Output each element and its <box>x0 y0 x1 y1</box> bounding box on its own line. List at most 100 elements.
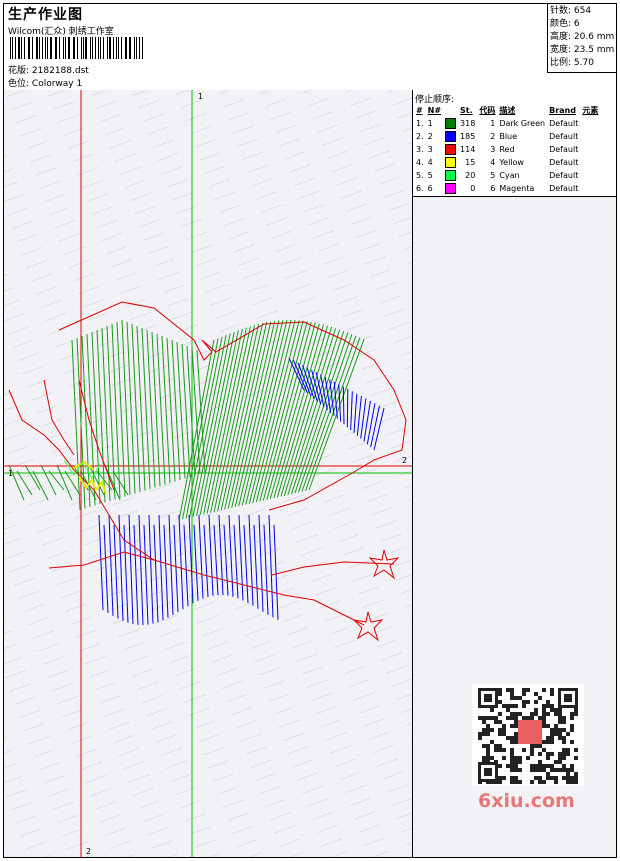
qr-module <box>522 748 526 752</box>
qr-module <box>490 740 494 744</box>
barcode-bar <box>58 37 61 59</box>
stop-needle: 2 <box>427 132 433 141</box>
qr-module <box>510 752 514 756</box>
axis-label-right: 2 <box>402 456 407 465</box>
qr-module <box>550 776 554 780</box>
barcode-bar <box>64 37 66 59</box>
stop-sequence-table: # N# St. 代码 描述 Brand 元素 1. 1 318 1 Dark Gree… <box>414 104 600 195</box>
qr-module <box>570 768 574 772</box>
qr-module <box>550 688 554 692</box>
barcode-bar <box>29 37 31 59</box>
barcode-bar <box>56 37 57 59</box>
stop-stitch-count: 20 <box>465 171 476 180</box>
qr-module <box>558 760 562 764</box>
qr-module <box>526 688 530 692</box>
barcode-bar <box>10 37 12 59</box>
col-number: N# <box>427 106 442 115</box>
qr-module <box>530 712 534 716</box>
qr-module <box>558 752 562 756</box>
stitch-count: 针数: 654 <box>550 6 592 16</box>
qr-module <box>534 776 538 780</box>
qr-module <box>526 700 530 704</box>
qr-module <box>510 692 514 696</box>
col-swatch <box>443 104 458 117</box>
barcode-bar <box>23 37 25 59</box>
stop-code: 1 <box>490 119 496 128</box>
barcode-bar <box>76 37 78 59</box>
qr-module <box>530 744 534 748</box>
qr-module <box>574 708 578 712</box>
qr-module <box>562 728 566 732</box>
color-swatch <box>445 157 457 168</box>
qr-module <box>502 724 506 728</box>
color-swatch <box>445 144 457 155</box>
qr-module <box>498 776 502 780</box>
barcode-bar <box>92 37 93 59</box>
stop-brand: Default <box>549 145 579 154</box>
qr-module <box>566 768 570 772</box>
qr-module <box>550 732 554 736</box>
qr-module <box>554 760 558 764</box>
barcode-bar <box>67 37 70 59</box>
qr-module <box>526 756 530 760</box>
design-value: 2182188.dst <box>31 66 89 76</box>
qr-module <box>546 704 550 708</box>
qr-module <box>498 688 502 692</box>
qr-module <box>490 728 494 732</box>
qr-module <box>510 736 514 740</box>
qr-module <box>558 732 562 736</box>
qr-module <box>530 748 534 752</box>
qr-module <box>514 756 518 760</box>
qr-module <box>554 724 558 728</box>
qr-module <box>486 728 490 732</box>
qr-module <box>522 700 526 704</box>
qr-module <box>510 688 514 692</box>
barcode-bar <box>126 37 128 59</box>
qr-module <box>558 716 562 720</box>
qr-module <box>538 752 542 756</box>
stop-swatch <box>443 169 458 182</box>
barcode <box>10 37 144 59</box>
qr-module <box>514 716 518 720</box>
qr-module <box>538 764 542 768</box>
qr-module <box>478 736 482 740</box>
qr-module <box>514 712 518 716</box>
barcode-bar <box>18 37 21 59</box>
qr-module <box>574 712 578 716</box>
qr-module <box>494 744 498 748</box>
qr-module <box>558 756 562 760</box>
qr-module <box>542 748 546 752</box>
qr-module <box>482 732 486 736</box>
qr-module <box>538 716 542 720</box>
barcode-bar <box>54 37 56 59</box>
qr-module <box>514 740 518 744</box>
barcode-bar <box>100 37 102 59</box>
qr-module <box>494 716 498 720</box>
stop-brand: Default <box>549 119 579 128</box>
barcode-bar <box>27 37 29 59</box>
qr-module <box>546 756 550 760</box>
stop-needle: 1 <box>427 119 433 128</box>
qr-module <box>570 712 574 716</box>
barcode-bar <box>142 37 144 59</box>
qr-module <box>486 748 490 752</box>
barcode-bar <box>36 37 39 59</box>
stop-element <box>580 182 600 195</box>
qr-module <box>550 692 554 696</box>
stop-description: Magenta <box>499 184 535 193</box>
barcode-bar <box>47 37 48 59</box>
barcode-bar <box>124 37 126 59</box>
qr-module <box>538 760 542 764</box>
qr-module <box>490 708 494 712</box>
col-stitches: St. <box>460 106 473 115</box>
qr-module <box>562 720 566 724</box>
stop-brand: Default <box>549 158 579 167</box>
barcode-bar <box>32 37 34 59</box>
qr-module <box>562 752 566 756</box>
qr-module <box>510 756 514 760</box>
qr-module <box>534 692 538 696</box>
qr-module <box>546 700 550 704</box>
barcode-bar <box>63 37 64 59</box>
qr-module <box>514 696 518 700</box>
qr-module <box>534 700 538 704</box>
